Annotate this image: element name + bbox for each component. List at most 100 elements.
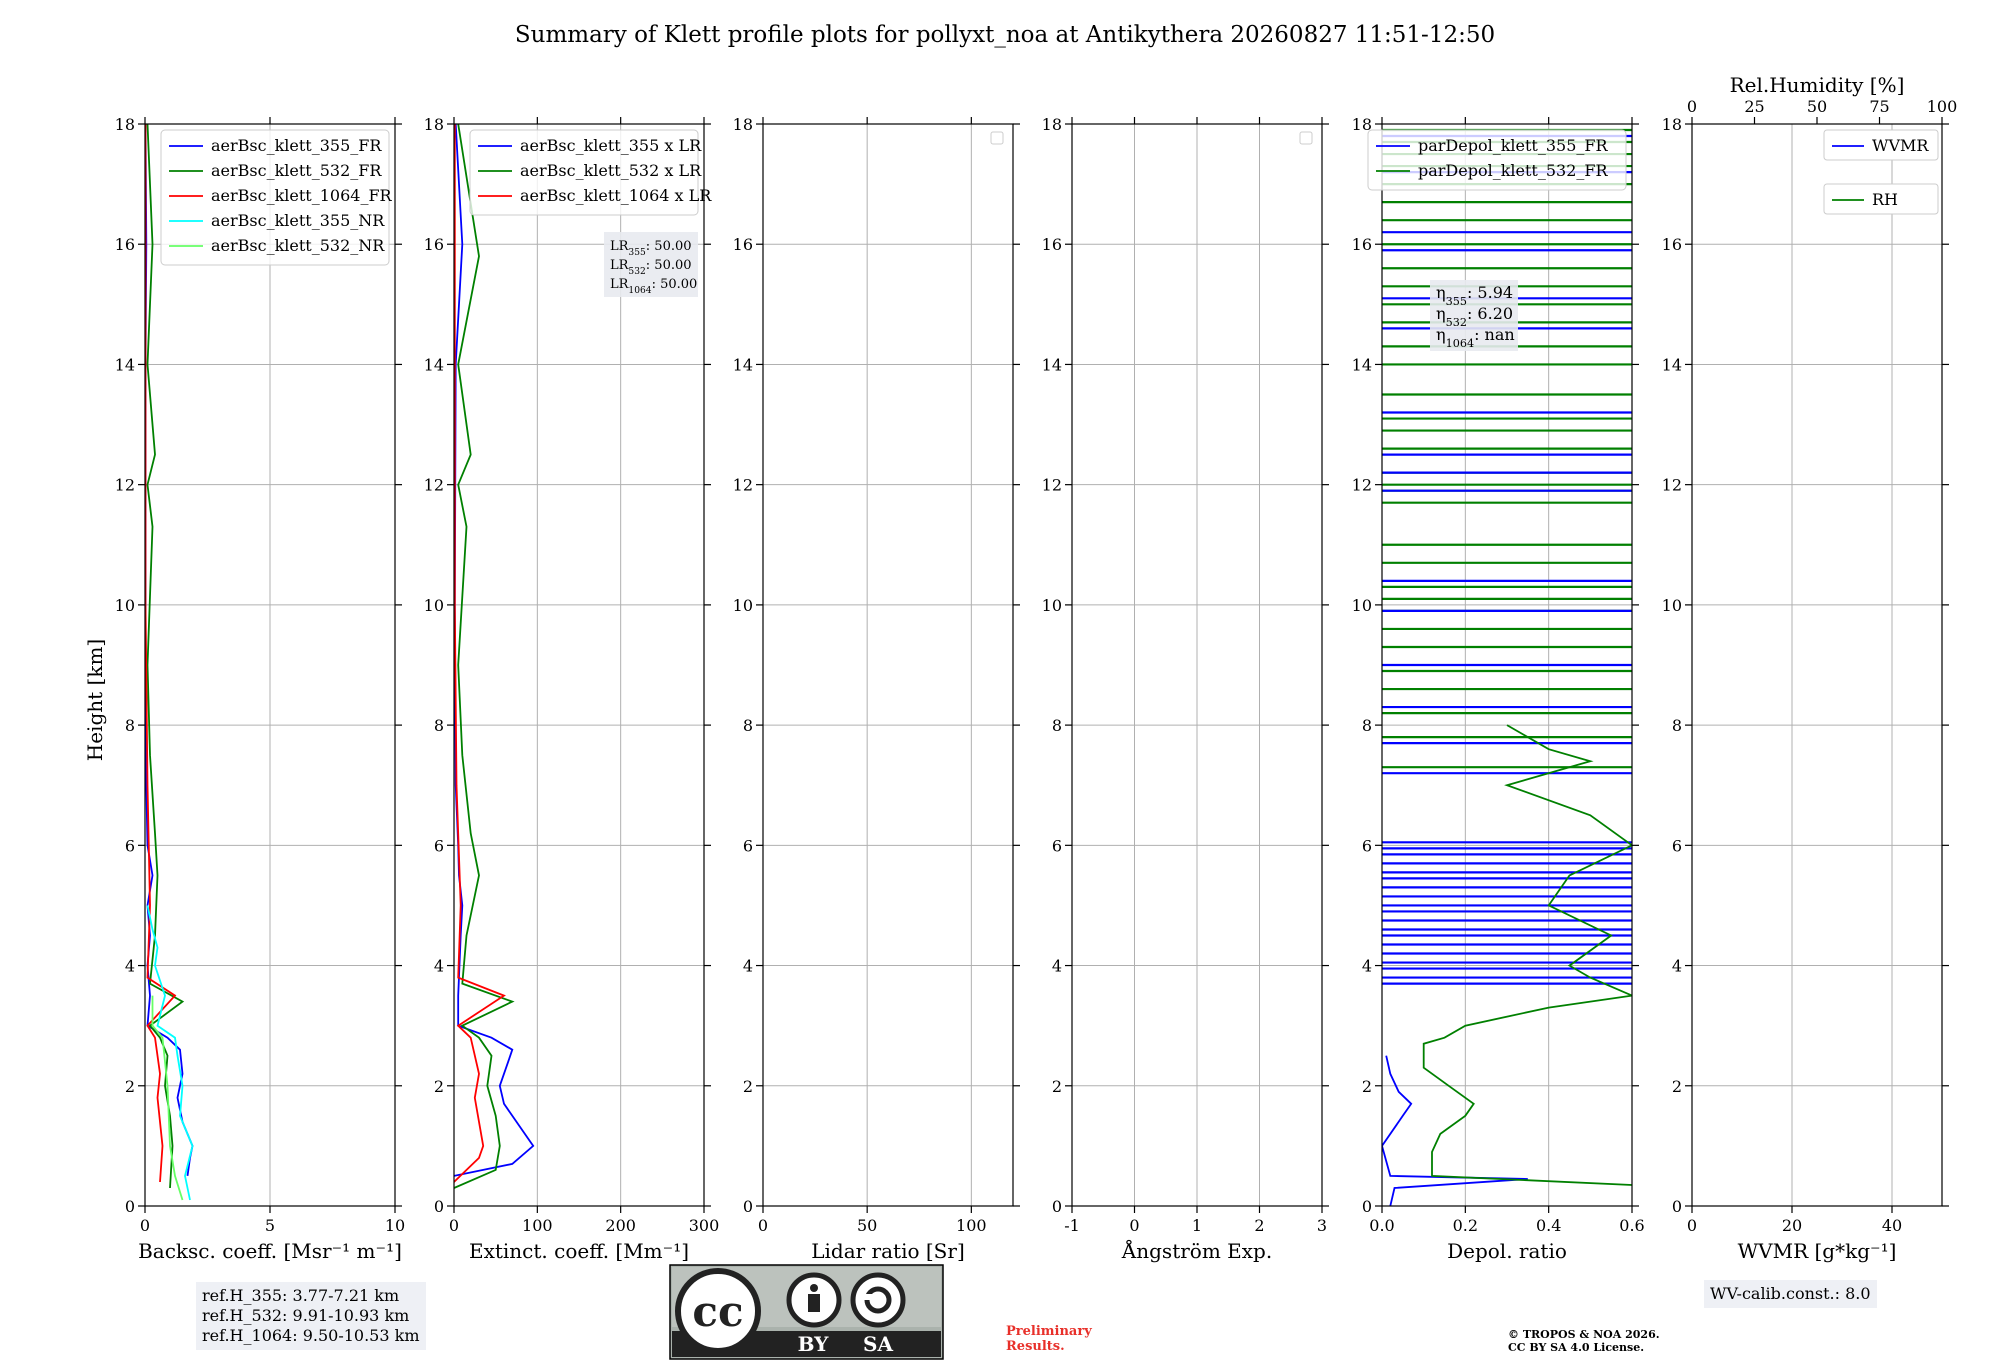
y-tick-label: 10 bbox=[115, 596, 135, 615]
y-tick-label: 16 bbox=[1042, 235, 1062, 254]
panel-depol: 0.0 0.2 0.4 0.6024681012141618Depol. ratiop… bbox=[1352, 115, 1645, 1263]
preliminary-line-1: Preliminary bbox=[1006, 1324, 1092, 1339]
top-x-tick-label: 50 bbox=[1807, 97, 1827, 116]
wv-calibration-const: WV-calib.const.: 8.0 bbox=[1710, 1284, 1871, 1303]
y-tick-label: 18 bbox=[115, 115, 135, 134]
y-tick-label: 12 bbox=[1352, 476, 1372, 495]
ref-height-1064: ref.H_1064: 9.50-10.53 km bbox=[202, 1326, 420, 1345]
panel-lidar_ratio: 0 50 100 0 2 4 6 8 10 12 14 16 18 Lidar ratio [Sr] bbox=[733, 115, 1020, 1263]
x-axis-label: Ångström Exp. bbox=[1121, 1238, 1272, 1263]
y-tick-label: 12 bbox=[115, 476, 135, 495]
y-tick-label: 14 bbox=[1042, 355, 1062, 374]
y-tick-label: 6 bbox=[1672, 836, 1682, 855]
x-tick-label: 40 bbox=[1882, 1216, 1902, 1235]
ref-height-532: ref.H_532: 9.91-10.93 km bbox=[202, 1306, 410, 1325]
y-tick-label: 14 bbox=[115, 355, 135, 374]
x-axis-label: Extinct. coeff. [Mm⁻¹] bbox=[469, 1239, 689, 1263]
y-tick-label: 0 bbox=[1052, 1197, 1062, 1216]
panel-wvmr: 0 20 40 0 2 4 6 8 10 12 14 16 18 0 25 50 75 100 Rel.Humidi… bbox=[1662, 73, 1958, 1263]
y-tick-label: 2 bbox=[125, 1077, 135, 1096]
y-tick-label: 8 bbox=[125, 716, 135, 735]
lidar-ratio-info: LR355: 50.00LR532: 50.00LR1064: 50.00 bbox=[604, 232, 698, 297]
figure: Summary of Klett profile plots for polly… bbox=[83, 22, 1958, 1360]
y-tick-label: 8 bbox=[743, 716, 753, 735]
x-tick-label: 0.0 bbox=[1369, 1216, 1394, 1235]
ref-height-355: ref.H_355: 3.77-7.21 km bbox=[202, 1286, 400, 1305]
y-tick-label: 10 bbox=[1662, 596, 1682, 615]
by-label: BY bbox=[798, 1332, 830, 1356]
legend-label: parDepol_klett_355_FR bbox=[1418, 136, 1609, 155]
y-tick-label: 8 bbox=[434, 716, 444, 735]
panel-backscatter: 0 5 10 0 2 4 6 8 10 12 14 16 18 Backsc. coeff. [Msr⁻¹… bbox=[115, 115, 406, 1263]
legend-label: aerBsc_klett_532_NR bbox=[211, 236, 385, 255]
y-tick-label: 6 bbox=[125, 836, 135, 855]
copyright-line-1: © TROPOS & NOA 2026. bbox=[1508, 1328, 1660, 1341]
empty-legend-box bbox=[1299, 131, 1313, 145]
x-tick-label: 0 bbox=[758, 1216, 768, 1235]
panel-angstrom: -1 0 1 2 3024681012141618Ångström Exp. bbox=[1042, 115, 1329, 1263]
y-axis-label: Height [km] bbox=[83, 639, 107, 761]
x-tick-label: 3 bbox=[1317, 1216, 1327, 1235]
y-tick-label: 12 bbox=[424, 476, 444, 495]
y-tick-label: 6 bbox=[434, 836, 444, 855]
legend-entry: RH bbox=[1823, 183, 1939, 215]
y-tick-label: 18 bbox=[1042, 115, 1062, 134]
y-tick-label: 0 bbox=[1672, 1197, 1682, 1216]
y-tick-label: 10 bbox=[1352, 596, 1372, 615]
y-tick-label: 4 bbox=[434, 957, 444, 976]
y-tick-label: 8 bbox=[1672, 716, 1682, 735]
legend-label: RH bbox=[1872, 190, 1898, 209]
y-tick-label: 10 bbox=[424, 596, 444, 615]
y-tick-label: 4 bbox=[1052, 957, 1062, 976]
y-tick-label: 12 bbox=[1662, 476, 1682, 495]
legend-entry: WVMR bbox=[1823, 129, 1939, 161]
y-tick-label: 0 bbox=[434, 1197, 444, 1216]
y-tick-label: 0 bbox=[125, 1197, 135, 1216]
x-tick-label: 0 bbox=[1687, 1216, 1697, 1235]
preliminary-line-2: Results. bbox=[1006, 1339, 1065, 1354]
axes-frame bbox=[1691, 123, 1943, 1207]
y-tick-label: 16 bbox=[1352, 235, 1372, 254]
y-tick-label: 2 bbox=[1362, 1077, 1372, 1096]
x-tick-label: 100 bbox=[522, 1216, 553, 1235]
legend-label: aerBsc_klett_532_FR bbox=[211, 161, 382, 180]
x-tick-label: 0.2 bbox=[1453, 1216, 1478, 1235]
x-tick-label: 100 bbox=[956, 1216, 987, 1235]
x-tick-label: 1 bbox=[1192, 1216, 1202, 1235]
reference-heights-box: ref.H_355: 3.77-7.21 km ref.H_532: 9.91-… bbox=[196, 1282, 426, 1350]
series-line-pardepol-klett-532-fr bbox=[1422, 724, 1632, 1186]
series-line-aerbsc-klett-1064-x-lr bbox=[454, 124, 506, 1183]
copyright-note: © TROPOS & NOA 2026. CC BY SA 4.0 Licens… bbox=[1508, 1328, 1660, 1354]
x-tick-label: 300 bbox=[689, 1216, 720, 1235]
y-tick-label: 14 bbox=[1662, 355, 1682, 374]
y-tick-label: 2 bbox=[1672, 1077, 1682, 1096]
y-tick-label: 14 bbox=[1352, 355, 1372, 374]
y-tick-label: 18 bbox=[1662, 115, 1682, 134]
y-tick-label: 18 bbox=[424, 115, 444, 134]
y-tick-label: 14 bbox=[424, 355, 444, 374]
top-x-tick-label: 100 bbox=[1927, 97, 1958, 116]
x-axis-label: Backsc. coeff. [Msr⁻¹ m⁻¹] bbox=[138, 1239, 402, 1263]
y-tick-label: 10 bbox=[733, 596, 753, 615]
legend-label: WVMR bbox=[1872, 136, 1929, 155]
x-axis-label: WVMR [g*kg⁻¹] bbox=[1738, 1239, 1897, 1263]
legend-box: aerBsc_klett_355_FR aerBsc_klett_532_FRae… bbox=[160, 129, 393, 266]
legend-label: aerBsc_klett_355_NR bbox=[211, 211, 385, 230]
x-tick-label: 0 bbox=[1129, 1216, 1139, 1235]
legend-label: aerBsc_klett_1064 x LR bbox=[520, 186, 712, 205]
x-tick-label: 0 bbox=[449, 1216, 459, 1235]
series-line-aerbsc-klett-532-x-lr bbox=[454, 124, 515, 1189]
legend-label: aerBsc_klett_532 x LR bbox=[520, 161, 702, 180]
legend-label: aerBsc_klett_355_FR bbox=[211, 136, 382, 155]
depol-eta-info: η355: 5.94η532: 6.20η1064: nan bbox=[1430, 280, 1518, 351]
top-x-tick-label: 75 bbox=[1869, 97, 1889, 116]
y-tick-label: 8 bbox=[1052, 716, 1062, 735]
copyright-line-2: CC BY SA 4.0 License. bbox=[1508, 1341, 1645, 1354]
y-tick-label: 18 bbox=[733, 115, 753, 134]
y-tick-label: 10 bbox=[1042, 596, 1062, 615]
y-tick-label: 2 bbox=[434, 1077, 444, 1096]
y-tick-label: 6 bbox=[1052, 836, 1062, 855]
y-tick-label: 4 bbox=[1362, 957, 1372, 976]
x-tick-label: 0 bbox=[140, 1216, 150, 1235]
x-tick-label: -1 bbox=[1064, 1216, 1080, 1235]
